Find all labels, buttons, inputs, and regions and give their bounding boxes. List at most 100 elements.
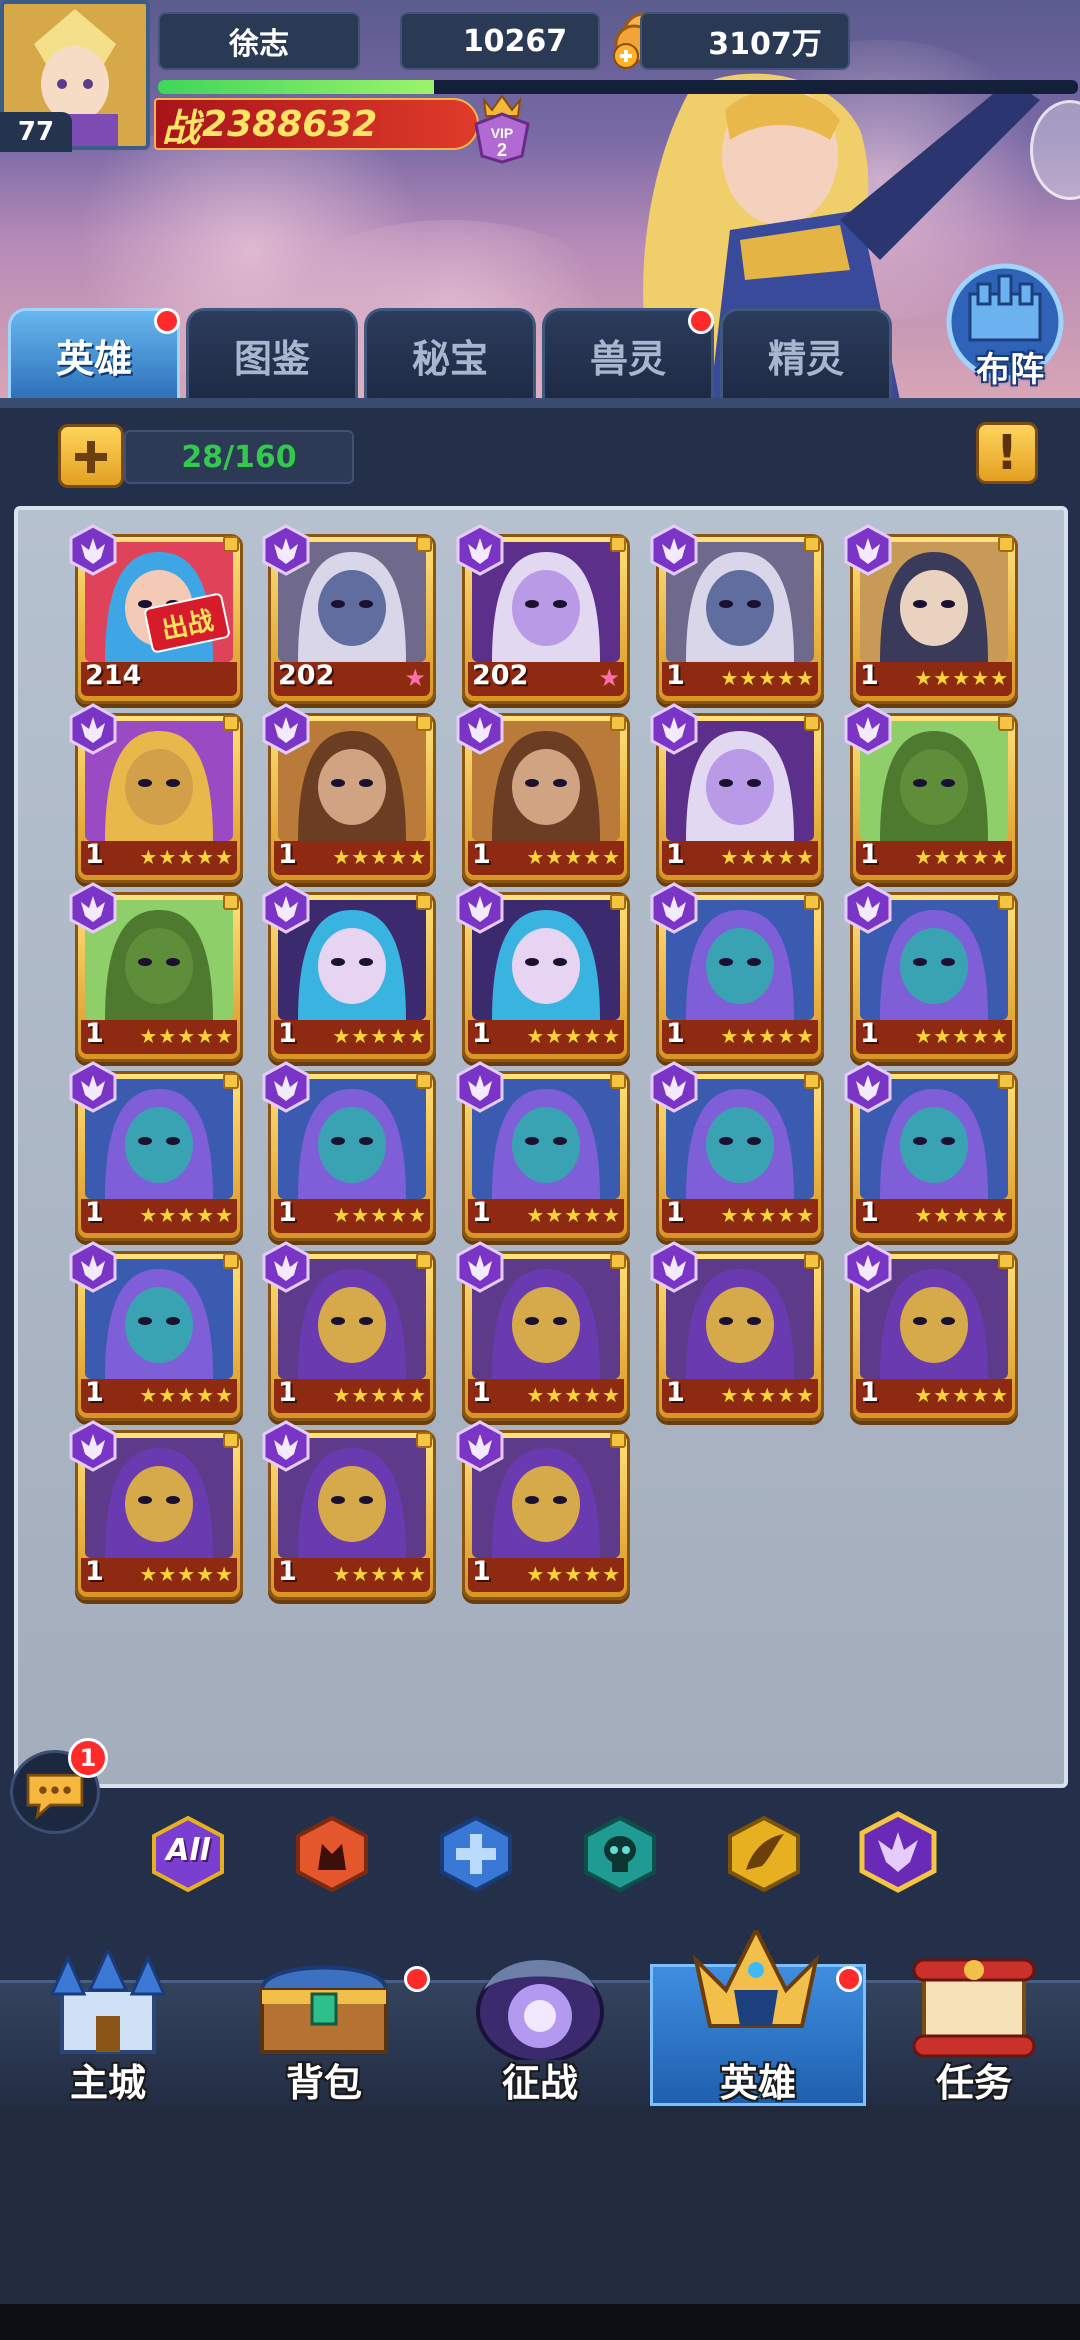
dark-faction-badge-icon bbox=[456, 703, 504, 755]
filter-dark-faction-button[interactable] bbox=[856, 1810, 940, 1894]
hero-level: 202 bbox=[278, 660, 335, 691]
star-icon: ★ bbox=[196, 1562, 215, 1586]
hero-card[interactable]: 1 ★ ★ ★ ★ ★ bbox=[650, 1241, 824, 1421]
vip-label: VIP bbox=[491, 125, 514, 141]
hero-card[interactable]: 1 ★ ★ ★ ★ ★ bbox=[456, 882, 630, 1062]
hero-card[interactable]: 202 ★ bbox=[262, 524, 436, 704]
hero-card[interactable]: 1 ★ ★ ★ ★ ★ bbox=[69, 1061, 243, 1241]
hero-level: 1 bbox=[472, 1197, 491, 1228]
star-icon: ★ bbox=[408, 1383, 426, 1407]
tab-codex[interactable]: 图鉴 bbox=[186, 308, 358, 400]
star-icon: ★ bbox=[351, 1203, 370, 1227]
hero-card[interactable]: 1 ★ ★ ★ ★ ★ bbox=[844, 703, 1018, 883]
tab-spirits[interactable]: 精灵 bbox=[720, 308, 892, 400]
star-icon: ★ bbox=[196, 1024, 215, 1048]
star-icon: ★ bbox=[796, 1203, 814, 1227]
filter-nature-faction-button[interactable] bbox=[724, 1814, 804, 1894]
star-icon: ★ bbox=[177, 1562, 196, 1586]
hero-card[interactable]: 1 ★ ★ ★ ★ ★ bbox=[262, 1061, 436, 1241]
info-button[interactable]: ! bbox=[976, 422, 1038, 484]
filter-light-faction-button[interactable] bbox=[436, 1814, 516, 1894]
hero-card[interactable]: 1 ★ ★ ★ ★ ★ bbox=[69, 703, 243, 883]
star-icon: ★ bbox=[583, 1203, 602, 1227]
scroll-icon bbox=[912, 1958, 1036, 2058]
star-icon: ★ bbox=[758, 845, 777, 869]
hero-card[interactable]: 1 ★ ★ ★ ★ ★ bbox=[650, 1061, 824, 1241]
star-icon: ★ bbox=[971, 1383, 990, 1407]
hero-card[interactable]: 1 ★ ★ ★ ★ ★ bbox=[456, 1241, 630, 1421]
star-icon: ★ bbox=[796, 666, 814, 690]
filter-undead-faction-button[interactable] bbox=[580, 1814, 660, 1894]
hero-level: 1 bbox=[472, 1377, 491, 1408]
star-icon: ★ bbox=[564, 1562, 583, 1586]
hero-level: 1 bbox=[278, 1197, 297, 1228]
star-icon: ★ bbox=[777, 1203, 796, 1227]
star-icon: ★ bbox=[408, 1024, 426, 1048]
hero-stars: ★ ★ ★ ★ ★ bbox=[720, 845, 814, 869]
hero-card[interactable]: 202 ★ bbox=[456, 524, 630, 704]
star-icon: ★ bbox=[351, 845, 370, 869]
experience-fill bbox=[158, 80, 434, 94]
tab-codex-label: 图鉴 bbox=[233, 337, 310, 381]
star-icon: ★ bbox=[739, 845, 758, 869]
hero-card[interactable]: 1 ★ ★ ★ ★ ★ bbox=[844, 1241, 1018, 1421]
hero-card[interactable]: 1 ★ ★ ★ ★ ★ bbox=[262, 703, 436, 883]
hero-card[interactable]: 1 ★ ★ ★ ★ ★ bbox=[69, 882, 243, 1062]
hero-card[interactable]: 1 ★ ★ ★ ★ ★ bbox=[844, 882, 1018, 1062]
dark-faction-badge-icon bbox=[456, 1061, 504, 1113]
hero-stars: ★ bbox=[598, 666, 620, 690]
dark-faction-badge-icon bbox=[844, 703, 892, 755]
hero-stars: ★ ★ ★ ★ ★ bbox=[914, 845, 1008, 869]
dark-faction-badge-icon bbox=[456, 524, 504, 576]
tab-treasures[interactable]: 秘宝 bbox=[364, 308, 536, 400]
hero-card[interactable]: 1 ★ ★ ★ ★ ★ bbox=[844, 1061, 1018, 1241]
hero-card[interactable]: 1 ★ ★ ★ ★ ★ bbox=[69, 1420, 243, 1600]
star-icon: ★ bbox=[215, 1024, 233, 1048]
hero-card[interactable]: 1 ★ ★ ★ ★ ★ bbox=[844, 524, 1018, 704]
hero-stars: ★ ★ ★ ★ ★ bbox=[526, 845, 620, 869]
star-icon: ★ bbox=[739, 1203, 758, 1227]
star-icon: ★ bbox=[777, 1383, 796, 1407]
hero-card-corner-flag bbox=[998, 1073, 1014, 1089]
dark-faction-badge-icon bbox=[262, 1420, 310, 1472]
star-icon: ★ bbox=[914, 1383, 933, 1407]
star-icon: ★ bbox=[583, 1383, 602, 1407]
hero-card-corner-flag bbox=[998, 715, 1014, 731]
exclamation-icon: ! bbox=[996, 425, 1018, 481]
star-icon: ★ bbox=[158, 1562, 177, 1586]
hero-card[interactable]: 1 ★ ★ ★ ★ ★ bbox=[262, 1241, 436, 1421]
hero-card-corner-flag bbox=[223, 894, 239, 910]
hero-card[interactable]: 1 ★ ★ ★ ★ ★ bbox=[69, 1241, 243, 1421]
hero-card[interactable]: 1 ★ ★ ★ ★ ★ bbox=[650, 524, 824, 704]
hero-card[interactable]: 1 ★ ★ ★ ★ ★ bbox=[456, 1061, 630, 1241]
star-icon: ★ bbox=[758, 666, 777, 690]
hero-card[interactable]: 1 ★ ★ ★ ★ ★ bbox=[456, 1420, 630, 1600]
star-icon: ★ bbox=[720, 666, 739, 690]
filter-fire-faction-button[interactable] bbox=[292, 1814, 372, 1894]
star-icon: ★ bbox=[215, 845, 233, 869]
combat-power-label: 战 bbox=[162, 105, 201, 150]
chat-notification-badge: 1 bbox=[68, 1738, 108, 1778]
hero-card-corner-flag bbox=[610, 1432, 626, 1448]
vip-badge[interactable]: VIP 2 bbox=[470, 90, 534, 164]
hero-card[interactable]: 1 ★ ★ ★ ★ ★ bbox=[456, 703, 630, 883]
expand-capacity-button[interactable] bbox=[58, 424, 124, 488]
hero-card[interactable]: 1 ★ ★ ★ ★ ★ bbox=[650, 882, 824, 1062]
star-icon: ★ bbox=[139, 845, 158, 869]
hero-card[interactable]: 214 出战 bbox=[69, 524, 243, 704]
tab-beast-spirits-notification-dot bbox=[688, 308, 714, 334]
star-icon: ★ bbox=[370, 1024, 389, 1048]
star-icon: ★ bbox=[404, 664, 426, 692]
star-icon: ★ bbox=[526, 1203, 545, 1227]
hero-card[interactable]: 1 ★ ★ ★ ★ ★ bbox=[262, 882, 436, 1062]
hero-card-corner-flag bbox=[416, 715, 432, 731]
hero-card[interactable]: 1 ★ ★ ★ ★ ★ bbox=[650, 703, 824, 883]
star-icon: ★ bbox=[564, 1203, 583, 1227]
star-icon: ★ bbox=[952, 1024, 971, 1048]
hero-stars: ★ ★ ★ ★ ★ bbox=[139, 1024, 233, 1048]
star-icon: ★ bbox=[720, 845, 739, 869]
star-icon: ★ bbox=[990, 1024, 1008, 1048]
hero-card-corner-flag bbox=[223, 715, 239, 731]
hero-stars: ★ ★ ★ ★ ★ bbox=[720, 666, 814, 690]
hero-card[interactable]: 1 ★ ★ ★ ★ ★ bbox=[262, 1420, 436, 1600]
